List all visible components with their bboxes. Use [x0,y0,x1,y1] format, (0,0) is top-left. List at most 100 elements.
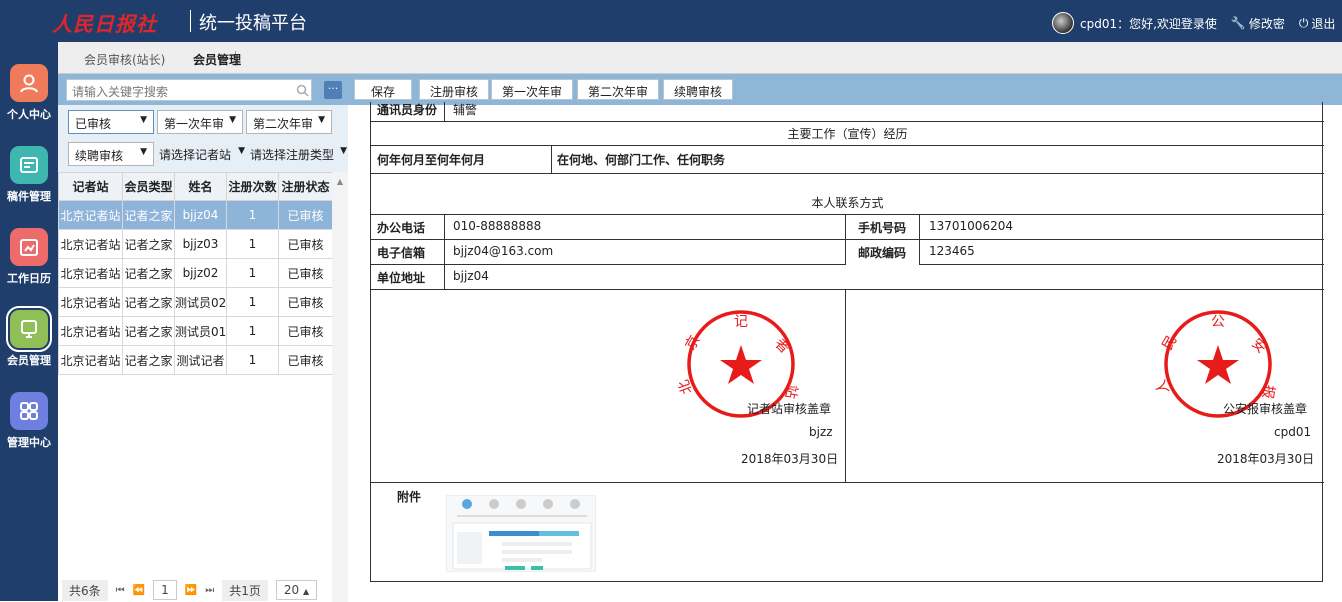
document-icon [10,146,48,184]
address-value[interactable]: bjjz04 [453,269,489,283]
first-page-icon[interactable]: ⏮ [116,585,125,596]
table-header: 记者站 会员类型 姓名 注册次数 注册状态 [58,172,333,201]
grid-scrollbar[interactable]: ▲ [332,172,348,602]
attachment-label: 附件 [397,490,422,504]
table-row[interactable]: 北京记者站 记者之家 bjjz03 1 已审核 [58,229,333,259]
key-icon: 🔧 [1230,16,1246,30]
divider [845,289,846,482]
second-review-dropdown[interactable]: 第二次年审 ▼ [246,110,332,134]
svg-text:京: 京 [683,333,704,353]
police-seal-caption: 公安报审核盖章 [1223,402,1308,416]
divider [371,145,1324,146]
table-cell: 记者之家 [122,316,175,346]
search-icon[interactable] [292,80,312,100]
user-info: cpd01：您好,欢迎登录使 🔧 修改密 ⏻ 退出 [1052,12,1335,34]
column-header[interactable]: 注册状态 [278,172,333,201]
scroll-up-icon[interactable]: ▲ [332,172,348,186]
table-cell: bjjz03 [174,229,227,259]
power-icon: ⏻ [1298,15,1309,30]
divider [371,482,1324,483]
nav-label: 工作日历 [7,272,51,285]
filter-area: 已审核 ▼ 第一次年审 ▼ 第二次年审 ▼ 续聘审核 ▼ 请选择记者站 ▼ 请选择注册类型… [58,105,348,177]
svg-text:站: 站 [782,383,800,400]
nav-personal-center[interactable]: 个人中心 [0,60,58,140]
avatar[interactable] [1052,12,1074,34]
nav-admin[interactable]: 管理中心 [0,388,58,468]
zip-value[interactable]: 123465 [929,244,975,258]
more-options-button[interactable]: ··· [324,81,342,99]
renew-review-value: 续聘审核 [75,149,124,163]
search-input[interactable]: 请输入关键字搜索 [66,79,312,101]
user-greeting: cpd01：您好,欢迎登录使 [1080,16,1217,31]
column-header[interactable]: 姓名 [174,172,227,201]
save-button[interactable]: 保存 [354,79,413,100]
nav-manuscript[interactable]: 稿件管理 [0,142,58,222]
renew-review-dropdown[interactable]: 续聘审核 ▼ [68,142,154,166]
column-header[interactable]: 记者站 [58,172,123,201]
table-row[interactable]: 北京记者站 记者之家 bjjz04 1 已审核 [58,200,333,230]
email-value[interactable]: bjjz04@163.com [453,244,553,258]
table-row[interactable]: 北京记者站 记者之家 测试员01 1 已审核 [58,316,333,346]
register-review-button[interactable]: 注册审核 [419,79,490,100]
police-signer: cpd01 [1274,425,1312,439]
platform-title: 统一投稿平台 [199,13,307,34]
table-cell: 已审核 [278,229,333,259]
table-cell: 记者之家 [122,287,175,317]
table-cell: 北京记者站 [58,229,123,259]
member-list-panel: 请输入关键字搜索 ··· 已审核 ▼ 第一次年审 ▼ 第二次年审 ▼ 续聘审核 ▼ 请选… [58,74,348,602]
table-cell: 北京记者站 [58,345,123,375]
logo-divider [190,10,191,32]
top-bar: 人民日报社 统一投稿平台 cpd01：您好,欢迎登录使 🔧 修改密 ⏻ 退出 [0,0,1342,42]
table-row[interactable]: 北京记者站 记者之家 测试记者 1 已审核 [58,345,333,375]
nav-member[interactable]: 会员管理 [0,306,58,386]
identity-label: 通讯员身份 [377,103,438,117]
caret-up-icon: ▲ [302,587,310,596]
divider [371,214,1324,215]
change-password-button[interactable]: 🔧 修改密 [1231,15,1285,32]
next-page-icon[interactable]: ⏩ [185,585,197,596]
logout-button[interactable]: ⏻ 退出 [1299,15,1336,32]
page-size-select[interactable]: 20 ▲ [275,580,318,600]
change-password-label: 修改密 [1248,16,1285,31]
station-select[interactable]: 请选择记者站 ▼ [157,142,246,166]
caret-down-icon: ▼ [340,146,347,156]
contact-section-title: 本人联系方式 [811,196,884,210]
prev-page-icon[interactable]: ⏪ [133,585,145,596]
office-phone-value[interactable]: 010-88888888 [453,219,541,233]
table-row[interactable]: 北京记者站 记者之家 测试员02 1 已审核 [58,287,333,317]
last-page-icon[interactable]: ⏭ [205,585,214,596]
tab-member-review[interactable]: 会员审核(站长) [84,51,165,68]
svg-text:安: 安 [1248,336,1269,357]
page-number-input[interactable]: 1 [153,580,177,600]
status-dropdown[interactable]: 已审核 ▼ [68,110,154,134]
renew-review-button[interactable]: 续聘审核 [663,79,734,100]
nav-calendar[interactable]: 工作日历 [0,224,58,304]
caret-down-icon: ▼ [229,115,236,125]
first-review-dropdown[interactable]: 第一次年审 ▼ [157,110,243,134]
reg-type-select[interactable]: 请选择注册类型 ▼ [248,142,348,166]
attachment-thumbnail[interactable] [446,495,596,572]
divider [371,289,1324,290]
first-review-button[interactable]: 第一次年审 [491,79,574,100]
left-nav: 个人中心 稿件管理 工作日历 会员管理 管理中心 [0,42,58,601]
table-cell: bjjz02 [174,258,227,288]
table-cell: 测试记者 [174,345,227,375]
svg-text:民: 民 [1160,333,1181,353]
detail-toolbar: 保存 注册审核 第一次年审 第二次年审 续聘审核 [348,74,1342,105]
member-grid: 记者站 会员类型 姓名 注册次数 注册状态 北京记者站 记者之家 bjjz04 1 已审… [58,172,348,602]
tab-member-management[interactable]: 会员管理 [193,51,241,68]
table-cell: 已审核 [278,287,333,317]
period-header: 何年何月至何年何月 [377,153,486,167]
pager: 共6条 ⏮ ⏪ 1 ⏩ ⏭ 共1页 20 ▲ [58,579,348,601]
mobile-value[interactable]: 13701006204 [929,219,1013,233]
identity-value: 辅警 [453,103,478,117]
caret-down-icon: ▼ [238,146,245,156]
column-header[interactable]: 注册次数 [226,172,279,201]
caret-down-icon: ▼ [140,115,147,125]
column-header[interactable]: 会员类型 [122,172,175,201]
member-form: 通讯员身份 辅警 主要工作（宣传）经历 何年何月至何年何月 在何地、何部门工作、… [370,102,1324,582]
table-row[interactable]: 北京记者站 记者之家 bjjz02 1 已审核 [58,258,333,288]
svg-text:报: 报 [1259,383,1277,400]
svg-text:记: 记 [734,314,748,330]
second-review-button[interactable]: 第二次年审 [577,79,660,100]
